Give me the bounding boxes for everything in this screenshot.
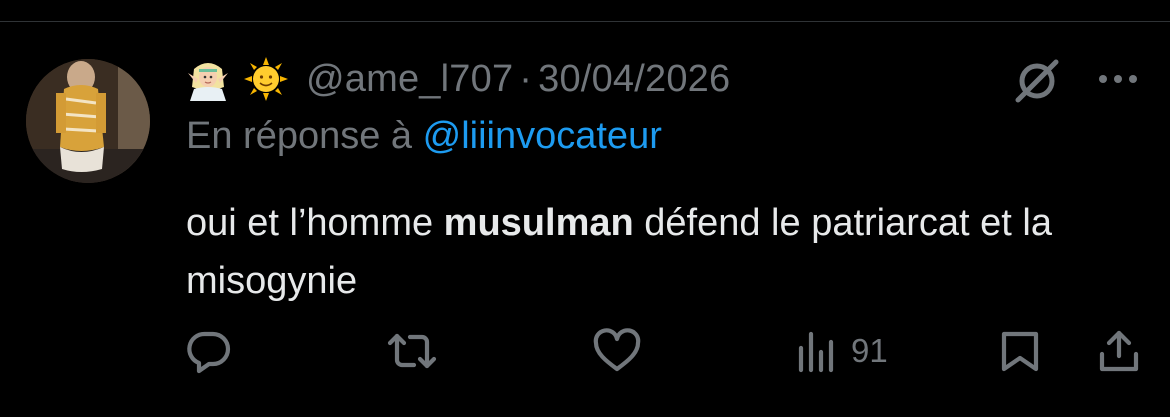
reply-icon [187,331,231,374]
tweet-text: oui et l’homme musulman défend le patria… [186,194,1146,310]
sun-with-face-emoji [244,57,288,101]
share-icon [1099,330,1139,372]
more-options-icon[interactable] [1096,66,1140,92]
author-handle[interactable]: @ame_l707 [306,58,513,101]
reply-mention-link[interactable]: @liiinvocateur [423,115,662,157]
bookmark-icon [1001,331,1039,372]
top-divider [0,0,1170,22]
separator-dot: · [519,57,533,100]
tweet-text-part1: oui et l’homme [186,202,444,244]
no-sign-icon[interactable] [1012,56,1062,106]
repost-icon [387,333,437,369]
repost-button[interactable] [386,328,438,374]
reply-context: En réponse à @liiinvocateur [186,115,662,158]
share-button[interactable] [1097,328,1141,374]
like-icon [593,328,641,372]
avatar[interactable] [26,59,150,183]
views-button[interactable]: 91 [797,328,888,374]
woman-elf-emoji [186,57,230,101]
bookmark-button[interactable] [998,328,1042,374]
reply-prefix: En réponse à [186,115,413,157]
post-date[interactable]: 30/04/2026 [538,58,730,101]
views-icon [798,331,834,373]
reply-button[interactable] [186,328,232,374]
post-header: @ame_l707 · 30/04/2026 [186,55,730,103]
avatar-photo [26,59,150,183]
like-button[interactable] [592,328,642,374]
views-count: 91 [851,332,888,369]
tweet-text-bold: musulman [443,202,634,244]
